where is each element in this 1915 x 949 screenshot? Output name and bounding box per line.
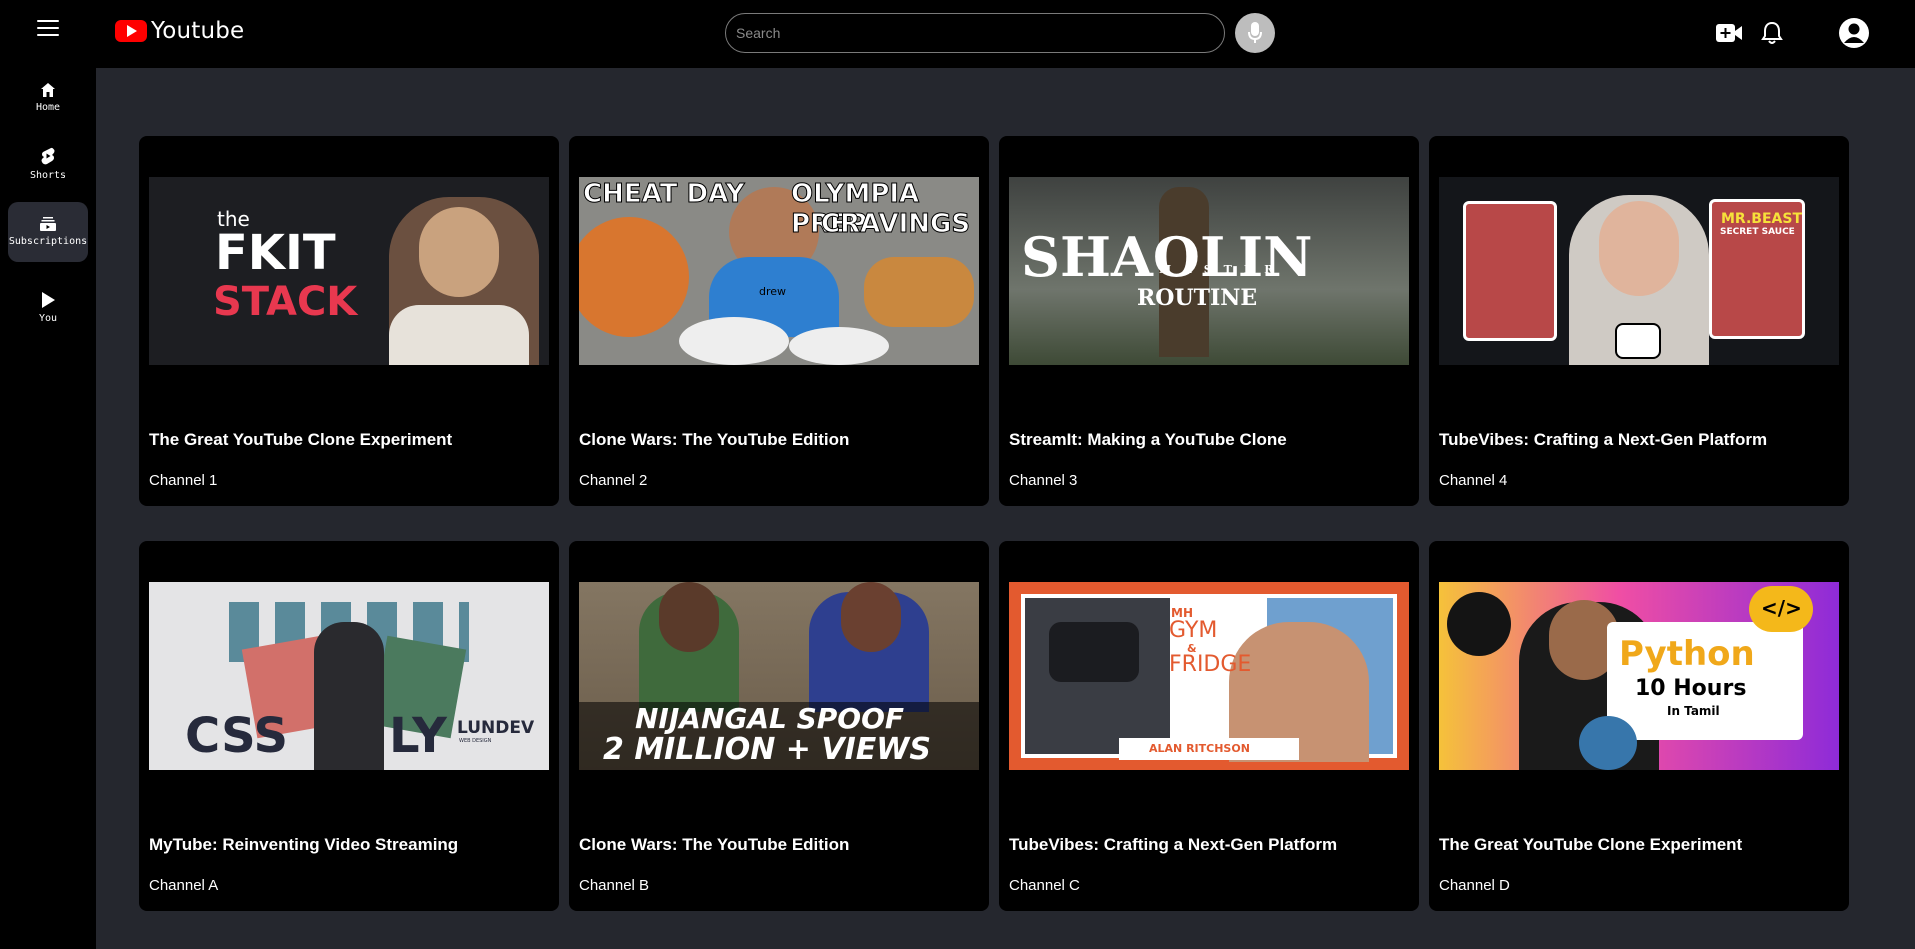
video-thumbnail[interactable]: CHEAT DAY OLYMPIA PREP CRAVINGS drew — [579, 177, 979, 365]
video-title[interactable]: The Great YouTube Clone Experiment — [1439, 835, 1839, 855]
video-title[interactable]: StreamIt: Making a YouTube Clone — [1009, 430, 1409, 450]
thumbnail-text: GYM — [1169, 618, 1218, 643]
menu-icon[interactable] — [37, 20, 59, 38]
video-card[interactable]: MR.BEAST SECRET SAUCE TubeVibes: Craftin… — [1429, 136, 1849, 506]
thumbnail-text: LUNDEV — [457, 718, 535, 738]
sidebar-item-label: Subscriptions — [8, 236, 88, 247]
video-title[interactable]: Clone Wars: The YouTube Edition — [579, 430, 979, 450]
video-card[interactable]: CHEAT DAY OLYMPIA PREP CRAVINGS drew Clo… — [569, 136, 989, 506]
shorts-icon — [41, 147, 55, 165]
create-video-button[interactable] — [1714, 18, 1744, 48]
video-title[interactable]: TubeVibes: Crafting a Next-Gen Platform — [1439, 430, 1839, 450]
video-thumbnail[interactable]: the FKIT STACK — [149, 177, 549, 365]
subscriptions-icon — [40, 217, 56, 231]
thumbnail-text: SECRET SAUCE — [1720, 227, 1795, 237]
video-card[interactable]: the FKIT STACK The Great YouTube Clone E… — [139, 136, 559, 506]
thumbnail-text: MR.BEAST — [1721, 211, 1802, 227]
video-thumbnail[interactable]: MH GYM & FRIDGE ALAN RITCHSON — [1009, 582, 1409, 770]
thumbnail-text: ALAN RITCHSON — [1149, 742, 1250, 755]
sidebar: Home Shorts Subscriptions You — [0, 68, 96, 949]
thumbnail-text: CHEAT DAY — [583, 179, 746, 210]
sidebar-item-you[interactable]: You — [8, 278, 88, 338]
video-card[interactable]: CSS LY LUNDEV WEB DESIGN MyTube: Reinven… — [139, 541, 559, 911]
youtube-logo-icon — [115, 20, 147, 42]
user-avatar-icon — [1839, 18, 1869, 48]
thumbnail-text: </> — [1761, 596, 1802, 620]
video-card[interactable]: SHAOLIN MASTER ROUTINE StreamIt: Making … — [999, 136, 1419, 506]
video-card[interactable]: </> Python 10 Hours In Tamil The Great Y… — [1429, 541, 1849, 911]
thumbnail-text: drew — [759, 285, 787, 298]
video-title[interactable]: TubeVibes: Crafting a Next-Gen Platform — [1009, 835, 1409, 855]
channel-name[interactable]: Channel 2 — [579, 472, 647, 489]
logo-text: Youtube — [151, 18, 245, 44]
video-camera-plus-icon — [1716, 24, 1742, 42]
thumbnail-text: 2 MILLION + VIEWS — [603, 732, 931, 767]
channel-name[interactable]: Channel 1 — [149, 472, 217, 489]
thumbnail-text: STACK — [213, 279, 358, 325]
video-thumbnail[interactable]: </> Python 10 Hours In Tamil — [1439, 582, 1839, 770]
channel-name[interactable]: Channel D — [1439, 877, 1510, 894]
thumbnail-text: CSS — [185, 708, 289, 764]
mic-button[interactable] — [1235, 13, 1275, 53]
thumbnail-text: MASTER — [1159, 263, 1286, 276]
video-thumbnail[interactable]: CSS LY LUNDEV WEB DESIGN — [149, 582, 549, 770]
sidebar-item-home[interactable]: Home — [8, 68, 88, 128]
video-card[interactable]: MH GYM & FRIDGE ALAN RITCHSON TubeVibes:… — [999, 541, 1419, 911]
video-title[interactable]: MyTube: Reinventing Video Streaming — [149, 835, 549, 855]
thumbnail-text: SHAOLIN — [1021, 225, 1313, 289]
youtube-logo[interactable]: Youtube — [115, 18, 244, 44]
thumbnail-text: FRIDGE — [1169, 652, 1252, 677]
video-thumbnail[interactable]: NIJANGAL SPOOF 2 MILLION + VIEWS — [579, 582, 979, 770]
thumbnail-text: FKIT — [215, 225, 336, 281]
top-bar: Youtube — [0, 0, 1915, 68]
channel-name[interactable]: Channel 3 — [1009, 472, 1077, 489]
thumbnail-text: WEB DESIGN — [459, 738, 492, 744]
video-thumbnail[interactable]: SHAOLIN MASTER ROUTINE — [1009, 177, 1409, 365]
thumbnail-text: ROUTINE — [1137, 285, 1258, 311]
thumbnail-text: 10 Hours — [1635, 676, 1747, 701]
thumbnail-text: NIJANGAL SPOOF — [635, 702, 905, 735]
channel-name[interactable]: Channel B — [579, 877, 649, 894]
thumbnail-text: Python — [1619, 634, 1755, 674]
thumbnail-text: In Tamil — [1667, 704, 1720, 718]
search-input[interactable] — [725, 13, 1225, 53]
channel-name[interactable]: Channel C — [1009, 877, 1080, 894]
channel-name[interactable]: Channel A — [149, 877, 218, 894]
sidebar-item-label: Home — [35, 102, 61, 113]
video-title[interactable]: The Great YouTube Clone Experiment — [149, 430, 549, 450]
microphone-icon — [1248, 22, 1262, 43]
video-thumbnail[interactable]: MR.BEAST SECRET SAUCE — [1439, 177, 1839, 365]
thumbnail-text: LY — [389, 708, 447, 764]
bell-icon — [1761, 21, 1783, 44]
thumbnail-text: CRAVINGS — [820, 209, 971, 240]
channel-name[interactable]: Channel 4 — [1439, 472, 1507, 489]
home-icon — [41, 83, 55, 97]
sidebar-item-label: Shorts — [29, 170, 67, 181]
account-button[interactable] — [1837, 16, 1871, 50]
notifications-button[interactable] — [1757, 18, 1787, 48]
video-title[interactable]: Clone Wars: The YouTube Edition — [579, 835, 979, 855]
video-card[interactable]: NIJANGAL SPOOF 2 MILLION + VIEWS Clone W… — [569, 541, 989, 911]
play-icon — [42, 292, 55, 308]
sidebar-item-subscriptions[interactable]: Subscriptions — [8, 202, 88, 262]
sidebar-item-label: You — [38, 313, 58, 324]
sidebar-item-shorts[interactable]: Shorts — [8, 134, 88, 194]
